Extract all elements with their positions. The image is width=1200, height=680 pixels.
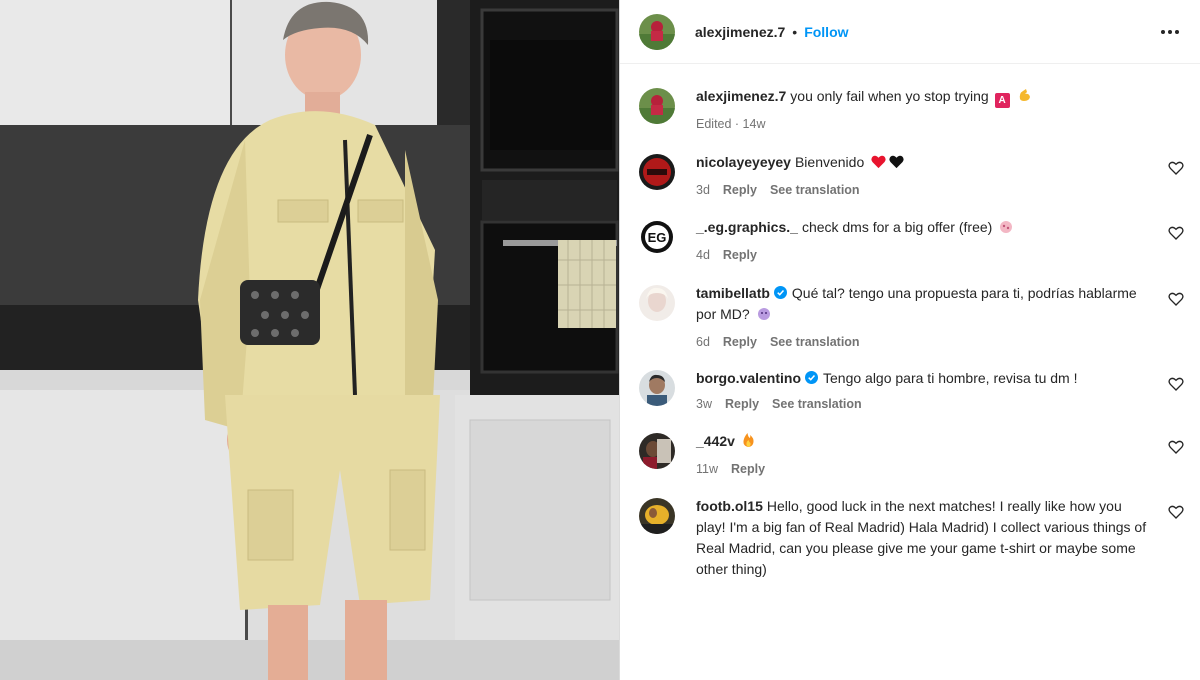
commenter-avatar[interactable] [639, 154, 675, 190]
comment-meta: 3w Reply See translation [696, 397, 1150, 411]
see-translation-button[interactable]: See translation [772, 397, 862, 411]
comment-meta: 4d Reply [696, 248, 1150, 262]
see-translation-button[interactable]: See translation [770, 183, 860, 197]
caption-badge: A [994, 93, 1010, 108]
comments-list: alexjimenez.7 you only fail when yo stop … [620, 86, 1200, 580]
comment-text: Bienvenido [794, 154, 865, 170]
like-heart-icon[interactable] [1168, 439, 1184, 455]
like-heart-icon[interactable] [1168, 225, 1184, 241]
comment-item: EG _.eg.graphics._ check dms for a big of… [639, 217, 1184, 262]
comment-age: 3w [696, 397, 712, 411]
like-heart-icon[interactable] [1168, 504, 1184, 520]
comment-text-line: borgo.valentino Tengo algo para ti hombre… [696, 368, 1150, 389]
comment-username[interactable]: tamibellatb [696, 285, 770, 301]
comment-text: Hello, good luck in the next matches! I … [696, 498, 1147, 577]
caption-username[interactable]: alexjimenez.7 [696, 88, 786, 104]
comment-text-line: footb.ol15 Hello, good luck in the next m… [696, 496, 1150, 580]
comment-body: _.eg.graphics._ check dms for a big offer… [696, 217, 1184, 262]
comment-text-line: _.eg.graphics._ check dms for a big offer… [696, 217, 1150, 240]
comment-meta: 11w Reply [696, 462, 1150, 476]
verified-badge-icon [805, 369, 818, 384]
verified-badge-icon [773, 284, 787, 299]
comment-body: _442v 11w Reply [696, 431, 1184, 476]
like-heart-icon[interactable] [1168, 376, 1184, 392]
pink-blob-icon [999, 219, 1013, 240]
author-avatar[interactable] [639, 88, 675, 124]
reply-button[interactable]: Reply [723, 335, 757, 349]
comment-age: 4d [696, 248, 710, 262]
comment-age: 11w [696, 462, 719, 476]
reply-button[interactable]: Reply [731, 462, 765, 476]
comment-text: check dms for a big offer (free) [801, 219, 993, 235]
comment-text-line: nicolayeyeyey Bienvenido [696, 152, 1150, 175]
comment-text: Tengo algo para ti hombre, revisa tu dm … [823, 370, 1078, 386]
commenter-avatar[interactable] [639, 433, 675, 469]
comment-item: nicolayeyeyey Bienvenido 3d Reply See trans… [639, 152, 1184, 197]
header-separator: • [792, 23, 798, 40]
comment-body: tamibellatb Qué tal? tengo una propuesta … [696, 283, 1184, 349]
post-photo [0, 0, 619, 680]
comment-username[interactable]: nicolayeyeyey [696, 154, 791, 170]
post-panel: alexjimenez.7 • Follow alexjimenez.7 you … [619, 0, 1200, 680]
caption-meta-text: Edited · 14w [696, 117, 766, 131]
comment-meta: 6d Reply See translation [696, 335, 1150, 349]
caption: alexjimenez.7 you only fail when yo stop … [639, 86, 1184, 131]
comment-username[interactable]: footb.ol15 [696, 498, 763, 514]
commenter-avatar[interactable]: EG [639, 219, 675, 255]
flexed-biceps-icon [1017, 87, 1033, 109]
purple-face-icon [757, 306, 771, 327]
comment-item: borgo.valentino Tengo algo para ti hombre… [639, 368, 1184, 411]
caption-text-line: alexjimenez.7 you only fail when yo stop … [696, 86, 1150, 109]
author-username[interactable]: alexjimenez.7 [695, 24, 785, 40]
comment-item: tamibellatb Qué tal? tengo una propuesta … [639, 283, 1184, 349]
comment-age: 3d [696, 183, 710, 197]
commenter-avatar[interactable] [639, 498, 675, 534]
comment-text-line: _442v [696, 431, 1150, 454]
caption-text: you only fail when yo stop trying [790, 88, 989, 104]
comment-body: borgo.valentino Tengo algo para ti hombre… [696, 368, 1184, 411]
comment-username[interactable]: borgo.valentino [696, 370, 801, 386]
like-heart-icon[interactable] [1168, 160, 1184, 176]
red-heart-icon [871, 154, 886, 175]
caption-body: alexjimenez.7 you only fail when yo stop … [696, 86, 1184, 131]
caption-meta: Edited · 14w [696, 117, 1150, 131]
post-header: alexjimenez.7 • Follow [620, 0, 1200, 64]
commenter-avatar[interactable] [639, 370, 675, 406]
comment-username[interactable]: _.eg.graphics._ [696, 219, 798, 235]
comment-text-line: tamibellatb Qué tal? tengo una propuesta … [696, 283, 1150, 327]
comment-body: footb.ol15 Hello, good luck in the next m… [696, 496, 1184, 580]
reply-button[interactable]: Reply [725, 397, 759, 411]
comment-username[interactable]: _442v [696, 433, 735, 449]
like-heart-icon[interactable] [1168, 291, 1184, 307]
follow-button[interactable]: Follow [804, 24, 848, 40]
comment-age: 6d [696, 335, 710, 349]
more-options-icon[interactable] [1156, 22, 1184, 42]
comment-item: _442v 11w Reply [639, 431, 1184, 476]
comment-meta: 3d Reply See translation [696, 183, 1150, 197]
black-heart-icon [889, 154, 904, 175]
commenter-avatar[interactable] [639, 285, 675, 321]
comment-body: nicolayeyeyey Bienvenido 3d Reply See trans… [696, 152, 1184, 197]
see-translation-button[interactable]: See translation [770, 335, 860, 349]
reply-button[interactable]: Reply [723, 183, 757, 197]
fire-icon [742, 432, 755, 454]
author-avatar[interactable] [639, 13, 675, 50]
reply-button[interactable]: Reply [723, 248, 757, 262]
comment-item: footb.ol15 Hello, good luck in the next m… [639, 496, 1184, 580]
svg-text:EG: EG [648, 230, 667, 245]
